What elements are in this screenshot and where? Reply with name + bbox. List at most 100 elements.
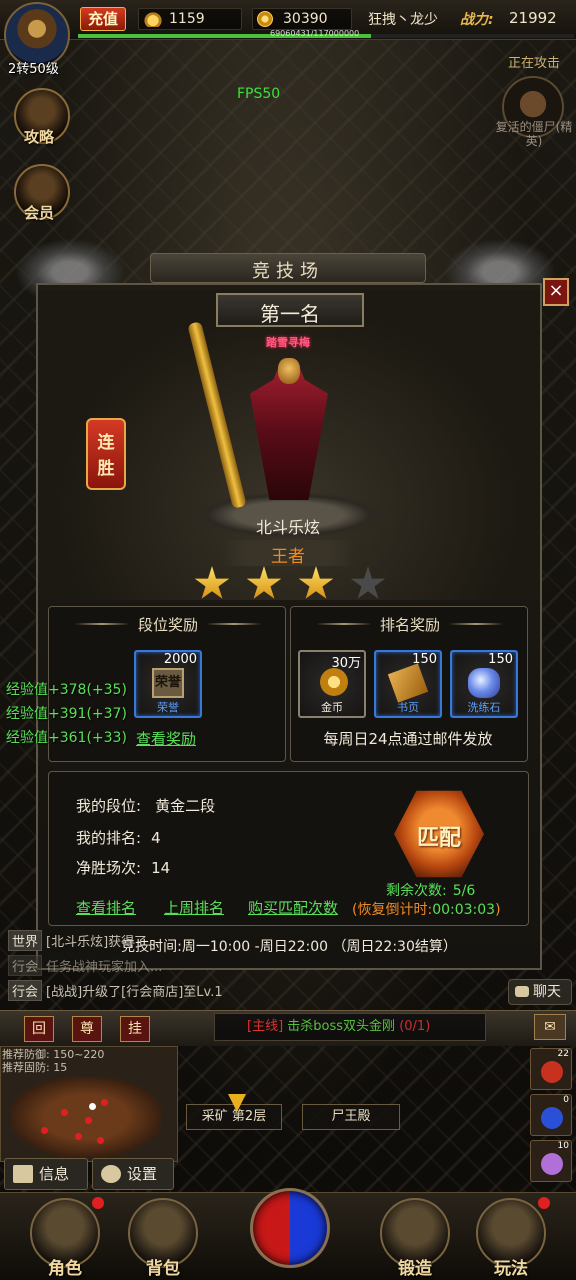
book-page-icon <box>387 663 429 703</box>
my-rank-row: 我的排名: 4 <box>76 827 161 848</box>
top-player-name: 北斗乐炫 <box>255 518 320 537</box>
minimap-monster-dot <box>97 1137 104 1144</box>
reward-item-honor[interactable]: 2000 荣誉 荣誉 <box>134 650 202 718</box>
nav-location-from[interactable]: 采矿 第2层 <box>186 1104 282 1130</box>
title-ornament <box>206 623 262 625</box>
my-rank-label: 我的排名: <box>76 829 142 847</box>
top-player-tier: 王者 <box>271 547 305 567</box>
chat-channel: 行会 <box>8 980 43 1001</box>
item-name: 荣誉 <box>157 701 179 714</box>
auto-battle-button[interactable]: 挂 <box>120 1016 150 1042</box>
chat-bubble-icon <box>515 986 529 997</box>
honor-icon: 荣誉 <box>152 668 184 698</box>
item-name: 金币 <box>321 701 343 714</box>
return-button[interactable]: 回 <box>24 1016 54 1042</box>
my-tier-label: 我的段位: <box>76 797 142 815</box>
win-streak-badge: 连 胜 <box>86 418 126 490</box>
my-tier-row: 我的段位: 黄金二段 <box>76 795 215 816</box>
minimap-info: 推荐防御: 150~220 推荐固防: 15 <box>2 1048 104 1074</box>
xp-gain-text: 经验值+361(+33) <box>6 730 127 746</box>
honor-button[interactable]: 尊 <box>72 1016 102 1042</box>
chat-text: 任务战神玩家加入... <box>46 960 163 975</box>
net-wins-value: 14 <box>151 859 171 877</box>
minimap-monster-dot <box>61 1109 68 1116</box>
info-button[interactable]: 信息 <box>4 1158 88 1190</box>
blue-potion-icon <box>541 1107 563 1129</box>
document-icon <box>13 1165 33 1183</box>
refine-stone-icon <box>468 668 500 698</box>
forge-label: 锻造 <box>398 1259 432 1279</box>
settings-button-label: 设置 <box>127 1165 158 1183</box>
player-level: 2转50级 <box>8 62 59 77</box>
mail-icon[interactable]: ✉ <box>534 1014 566 1040</box>
fps-counter: FPS50 <box>237 86 281 102</box>
chat-button[interactable]: 聊天 <box>508 979 572 1005</box>
item-slot-scroll[interactable]: 10 <box>530 1140 572 1182</box>
slot-qty: 22 <box>557 1049 569 1059</box>
guide-label: 攻略 <box>24 128 55 146</box>
recover-end: ) <box>495 902 501 918</box>
recommend-defense: 推荐防御: 150~220 <box>2 1048 105 1061</box>
rank-rewards-title: 排名奖励 <box>379 616 440 634</box>
slot-qty: 0 <box>563 1095 569 1105</box>
recover-time: 00:03:03 <box>432 902 496 918</box>
notification-dot <box>538 1197 550 1209</box>
xp-gain-text: 经验值+391(+37) <box>6 706 127 722</box>
streak-char-1: 连 <box>97 433 115 453</box>
quest-tag: [主线] <box>247 1019 284 1034</box>
gold-coin-icon <box>257 11 273 27</box>
minimap-player-dot <box>89 1103 96 1110</box>
tier-rewards-title: 段位奖励 <box>137 616 198 634</box>
view-ranking-link[interactable]: 查看排名 <box>76 897 136 918</box>
item-name: 书页 <box>397 701 419 714</box>
potion-slot-blue[interactable]: 0 <box>530 1094 572 1136</box>
rank-title: 第一名 <box>260 302 320 326</box>
nav-location-to[interactable]: 尸王殿 <box>302 1104 400 1130</box>
close-button[interactable]: × <box>543 278 569 306</box>
xp-gain-text: 经验值+378(+35) <box>6 682 127 698</box>
ingot-counter: 1159 <box>138 8 242 30</box>
hp-mp-orb <box>250 1188 330 1268</box>
buy-match-attempts-link[interactable]: 购买匹配次数 <box>248 897 338 918</box>
recover-label: (恢复倒计时: <box>352 902 433 918</box>
potion-slot-red[interactable]: 22 <box>530 1048 572 1090</box>
my-rank-value: 4 <box>151 829 161 847</box>
gold-counter: 30390 <box>252 8 352 30</box>
item-name: 洗练石 <box>467 701 501 714</box>
recharge-button[interactable]: 充值 <box>80 7 126 31</box>
last-week-ranking-link[interactable]: 上周排名 <box>164 897 224 918</box>
reward-item-book-page[interactable]: 150 书页 <box>374 650 442 718</box>
reward-item-refine-stone[interactable]: 150 洗练石 <box>450 650 518 718</box>
chat-channel: 行会 <box>8 955 43 976</box>
vip-label: 会员 <box>24 204 55 222</box>
match-button-label[interactable]: 匹配 <box>394 820 484 852</box>
my-tier-value: 黄金二段 <box>155 797 216 815</box>
player-name: 狂拽丶龙少 <box>368 12 438 28</box>
minimap-monster-dot <box>75 1133 82 1140</box>
title-ornament <box>74 623 130 625</box>
attacking-status: 正在攻击 <box>508 56 561 71</box>
minimap-monster-dot <box>41 1127 48 1134</box>
gold-value: 30390 <box>283 11 328 27</box>
player-title-tag: 踏雪寻梅 <box>266 336 310 349</box>
title-ornament <box>448 623 504 625</box>
target-name: 复活的僵尸(精英) <box>495 120 573 148</box>
red-potion-icon <box>541 1061 563 1083</box>
reward-item-gold[interactable]: 30万 金币 <box>298 650 366 718</box>
reward-mail-note: 每周日24点通过邮件发放 <box>323 730 493 748</box>
chat-line: 行会 [战战]升级了[行会商店]至Lv.1 <box>8 980 223 1001</box>
gold-coin-icon <box>320 668 348 696</box>
item-qty: 150 <box>488 652 513 667</box>
ingot-value: 1159 <box>169 11 205 27</box>
minimap-monster-dot <box>85 1117 92 1124</box>
recover-countdown: (恢复倒计时:00:03:03) <box>352 899 501 919</box>
quest-progress: (0/1) <box>399 1019 431 1034</box>
chat-line: 行会 任务战神玩家加入... <box>8 955 162 976</box>
view-rewards-link[interactable]: 查看奖励 <box>136 728 196 749</box>
net-wins-label: 净胜场次: <box>76 859 142 877</box>
settings-button[interactable]: 设置 <box>92 1158 174 1190</box>
arena-title: 竞技场 <box>252 261 324 282</box>
chat-line: 世界 [北斗乐炫]获得了... <box>8 930 160 951</box>
main-quest-tracker[interactable]: [主线] 击杀boss双头金刚 (0/1) <box>214 1013 486 1041</box>
warrior-head <box>278 358 300 384</box>
